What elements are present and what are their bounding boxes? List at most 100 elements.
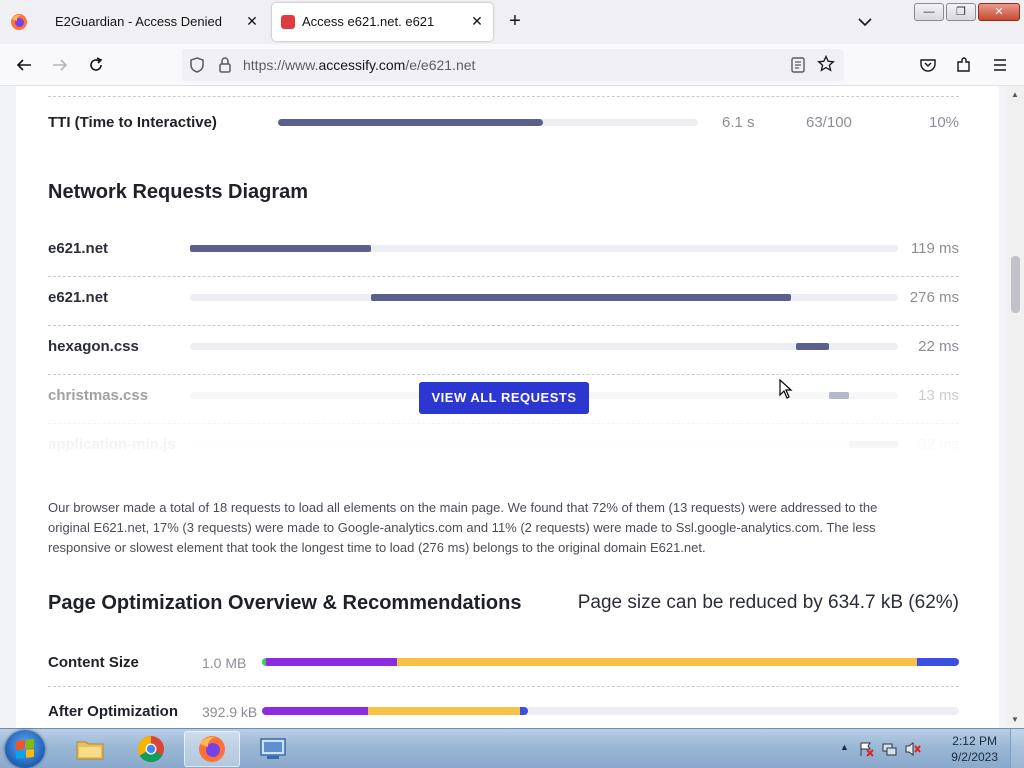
tab-title: E2Guardian - Access Denied <box>55 14 222 29</box>
request-timeline-bar <box>796 343 829 350</box>
divider <box>48 96 959 97</box>
vertical-scrollbar[interactable]: ▲ ▼ <box>1007 86 1024 728</box>
request-timeline-bar <box>371 294 791 301</box>
after-optimization-label: After Optimization <box>48 703 178 720</box>
tti-time: 6.1 s <box>722 114 755 131</box>
taskbar-explorer[interactable] <box>62 731 118 767</box>
request-name: hexagon.css <box>48 338 139 355</box>
size-segment <box>262 707 368 715</box>
shield-icon[interactable] <box>188 56 206 74</box>
request-name: christmas.css <box>48 387 149 404</box>
tti-weight: 10% <box>929 114 960 131</box>
tti-label: TTI (Time to Interactive) <box>48 114 217 131</box>
bookmark-star-icon[interactable] <box>817 55 835 73</box>
url-host: accessify.com <box>318 57 406 73</box>
system-tray: ▲ 2:12 PM 9/2/2023 <box>834 729 1024 768</box>
firefox-icon <box>199 736 225 762</box>
close-window-button[interactable]: ✕ <box>978 3 1020 21</box>
content-size-value: 1.0 MB <box>202 655 247 671</box>
request-timeline-track <box>190 294 898 301</box>
clock-time: 2:12 PM <box>952 734 997 748</box>
folder-icon <box>76 741 104 760</box>
menu-icon[interactable] <box>989 54 1011 76</box>
tab-strip: E2Guardian - Access Denied ✕ Access e621… <box>0 0 1024 44</box>
page-viewport[interactable]: TTI (Time to Interactive) 6.1 s 63/100 1… <box>0 86 1024 728</box>
tti-score: 63/100 <box>806 114 852 131</box>
view-all-requests-button[interactable]: VIEW ALL REQUESTS <box>419 382 589 414</box>
request-duration: 276 ms <box>909 289 959 306</box>
back-icon[interactable] <box>13 54 35 76</box>
request-duration: 13 ms <box>918 387 959 404</box>
reload-icon[interactable] <box>85 54 107 76</box>
divider <box>48 276 959 277</box>
optimization-heading: Page Optimization Overview & Recommendat… <box>48 592 522 614</box>
extensions-icon[interactable] <box>953 54 975 76</box>
forward-icon[interactable] <box>49 54 71 76</box>
requests-summary: Our browser made a total of 18 requests … <box>48 500 878 555</box>
divider <box>48 686 959 687</box>
action-center-flag-icon[interactable] <box>858 741 874 757</box>
size-segment <box>520 707 528 715</box>
lock-icon[interactable] <box>217 56 233 74</box>
size-segment <box>265 658 398 666</box>
divider <box>48 325 959 326</box>
scroll-down-arrow-icon[interactable]: ▼ <box>1011 715 1019 724</box>
url-scheme: https://www. <box>243 57 319 73</box>
remote-desktop-icon <box>260 738 286 759</box>
show-hidden-icons-icon[interactable]: ▲ <box>840 742 849 752</box>
size-segment <box>368 707 520 715</box>
chrome-icon <box>137 735 164 763</box>
url-path: /e/e621.net <box>405 57 476 73</box>
after-optimization-bar <box>262 707 528 715</box>
scroll-up-arrow-icon[interactable]: ▲ <box>1011 90 1019 99</box>
request-duration: 119 ms <box>910 240 959 257</box>
tab-accessify[interactable]: Access e621.net. e621 ✕ <box>272 3 493 41</box>
clock[interactable]: 2:12 PM 9/2/2023 <box>951 733 998 765</box>
window-controls: — ❐ ✕ <box>914 3 1020 21</box>
accessify-favicon-icon <box>281 15 295 29</box>
windows-logo-icon <box>16 739 34 759</box>
network-heading: Network Requests Diagram <box>48 181 309 203</box>
after-optimization-value: 392.9 kB <box>202 704 258 720</box>
clock-date: 9/2/2023 <box>951 750 998 764</box>
reader-view-icon[interactable] <box>790 56 806 74</box>
firefox-icon[interactable] <box>10 13 28 31</box>
divider <box>48 374 959 375</box>
tti-progress-fill <box>278 119 543 126</box>
windows-taskbar: ▲ 2:12 PM 9/2/2023 <box>0 728 1024 768</box>
mouse-cursor-icon <box>779 379 793 399</box>
nav-bar: https://www.accessify.com/e/e621.net <box>0 44 1024 86</box>
taskbar-remote-desktop[interactable] <box>245 731 301 767</box>
request-timeline-track <box>190 245 898 252</box>
restore-button[interactable]: ❐ <box>946 3 976 21</box>
request-timeline-track <box>190 343 898 350</box>
tti-progress-bar <box>278 119 698 126</box>
new-tab-button[interactable]: + <box>503 10 527 34</box>
url-bar[interactable]: https://www.accessify.com/e/e621.net <box>182 49 844 81</box>
taskbar-firefox[interactable] <box>184 731 240 767</box>
content-size-label: Content Size <box>48 654 139 671</box>
size-segment <box>917 658 959 666</box>
taskbar-chrome[interactable] <box>123 731 179 767</box>
chevron-down-icon[interactable] <box>854 11 876 33</box>
close-tab-icon[interactable]: ✕ <box>244 13 260 29</box>
network-icon[interactable] <box>882 741 898 757</box>
volume-muted-icon[interactable] <box>904 741 922 757</box>
tab-e2guardian[interactable]: E2Guardian - Access Denied ✕ <box>44 3 268 41</box>
start-button[interactable] <box>5 730 45 768</box>
size-segment <box>397 658 918 666</box>
size-reduction-text: Page size can be reduced by 634.7 kB (62… <box>577 592 959 613</box>
pocket-icon[interactable] <box>917 54 939 76</box>
request-name: e621.net <box>48 289 109 306</box>
close-tab-icon[interactable]: ✕ <box>469 13 485 29</box>
content-size-bar <box>262 658 959 666</box>
request-timeline-bar <box>190 245 371 252</box>
show-desktop-button[interactable] <box>1010 729 1024 768</box>
request-name: e621.net <box>48 240 109 257</box>
scrollbar-thumb[interactable] <box>1011 256 1020 313</box>
tab-title: Access e621.net. e621 <box>302 14 435 29</box>
url-text[interactable]: https://www.accessify.com/e/e621.net <box>243 57 475 73</box>
minimize-button[interactable]: — <box>914 3 944 21</box>
request-duration: 22 ms <box>918 338 959 355</box>
request-timeline-bar <box>829 392 849 399</box>
